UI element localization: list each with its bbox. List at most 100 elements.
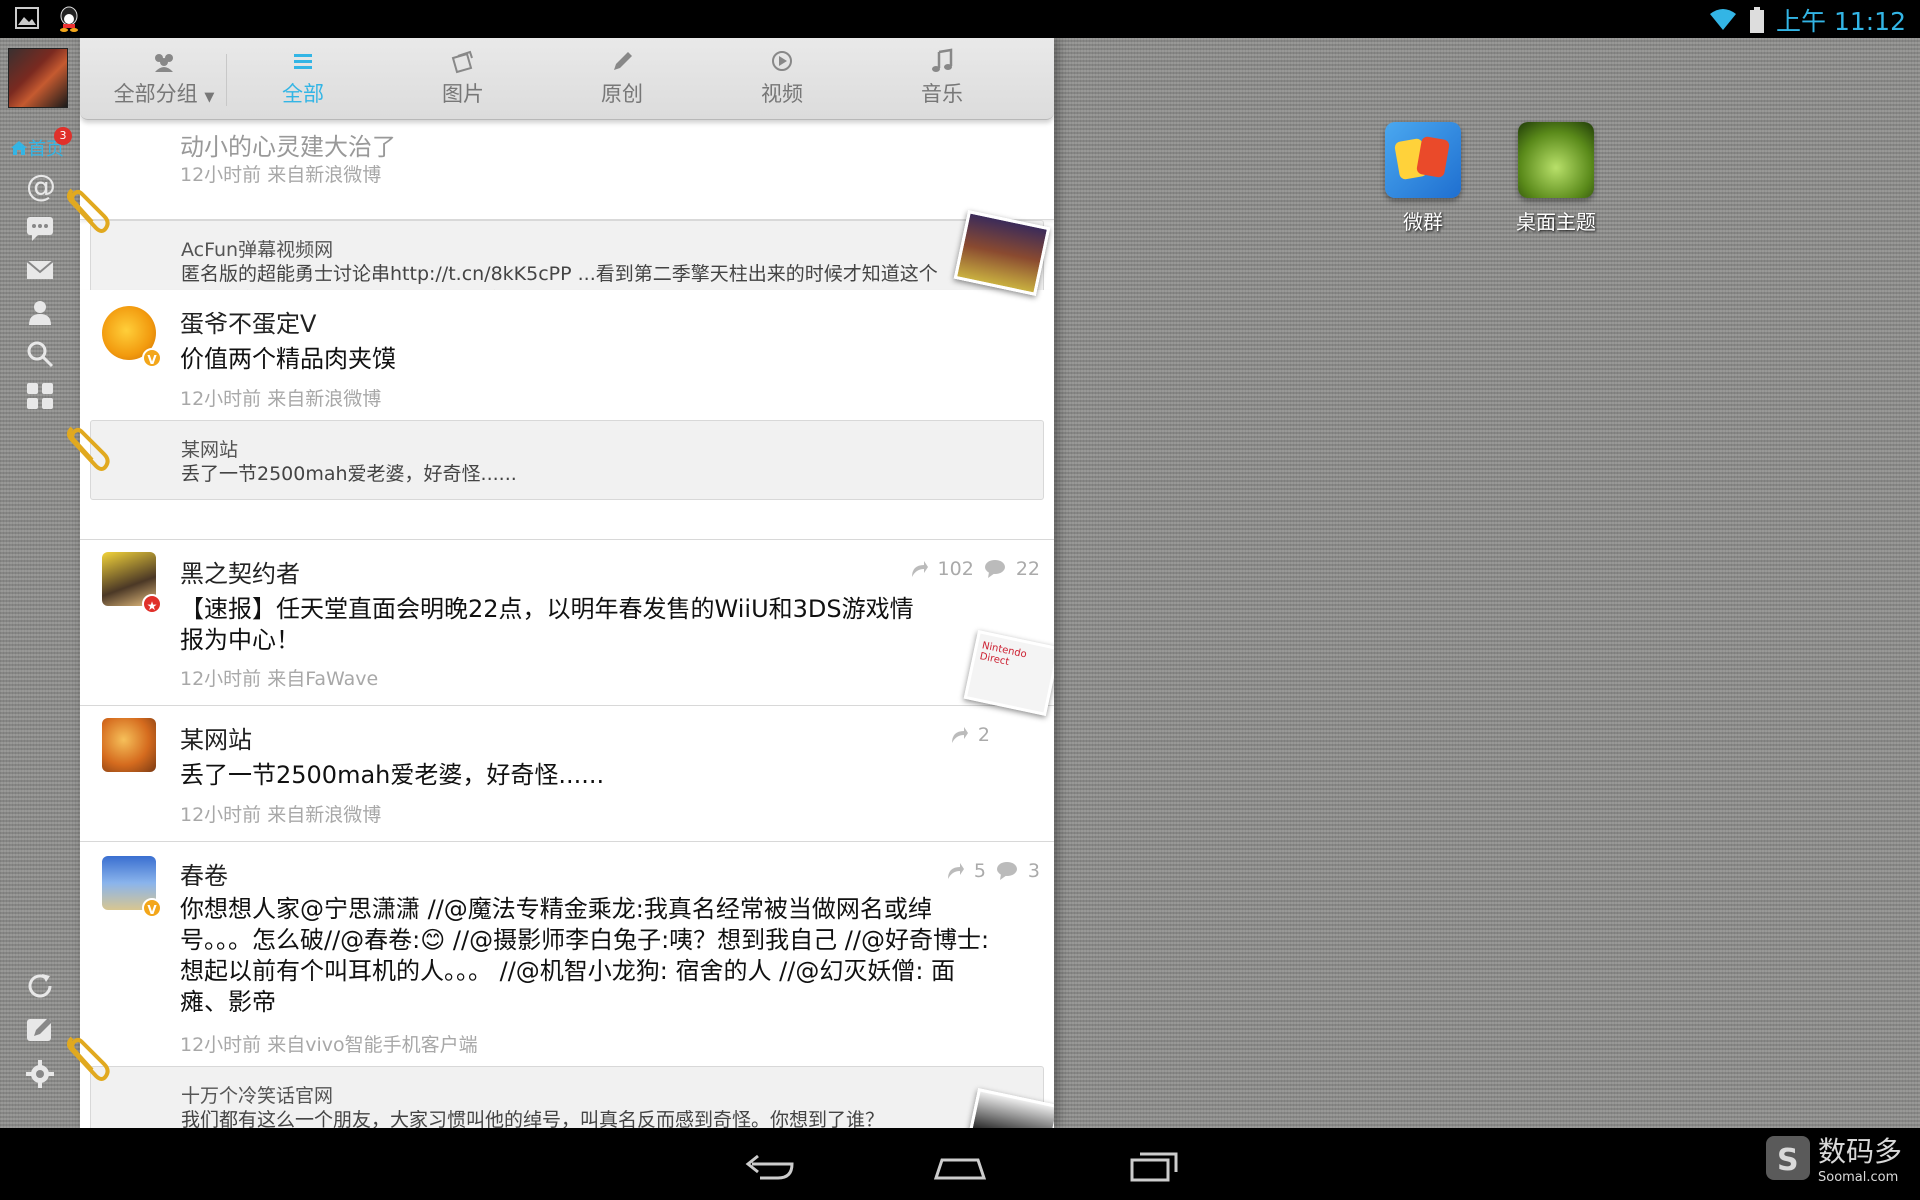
verified-badge: ★ xyxy=(142,594,162,614)
tab-video[interactable]: 视频 xyxy=(712,46,852,116)
retweet-icon[interactable] xyxy=(944,861,964,881)
timeline-post[interactable]: V 春卷 5 3 你想想人家@宁思潇潇 //@魔法专精金乘龙:我真名经常被当做网… xyxy=(80,842,1054,1128)
battery-icon xyxy=(1750,7,1764,33)
post-text: 丢了一节2500mah爱老婆，好奇怪...... xyxy=(180,761,605,789)
theme-icon xyxy=(1518,122,1594,198)
tab-divider xyxy=(226,54,227,106)
tab-label: 全部分组 xyxy=(113,82,198,106)
image-icon xyxy=(15,7,39,29)
tab-label: 视频 xyxy=(761,82,803,106)
tab-label: 图片 xyxy=(442,82,484,106)
retweet-icon[interactable] xyxy=(908,559,928,579)
post-stats: 102 22 xyxy=(908,558,1040,580)
tab-label: 原创 xyxy=(601,82,643,106)
mail-icon[interactable] xyxy=(24,254,56,286)
tab-label: 音乐 xyxy=(921,82,963,106)
repost-author: 十万个冷笑话官网 xyxy=(181,1085,334,1107)
tab-all[interactable]: 全部 xyxy=(233,46,373,116)
desktop-icon-label: 桌面主题 xyxy=(1516,210,1596,234)
chevron-down-icon: ▼ xyxy=(204,90,215,105)
post-author[interactable]: 春卷 xyxy=(180,856,228,891)
at-icon[interactable]: @ xyxy=(24,170,56,202)
repost-text: 我们都有这么一个朋友，大家习惯叫他的绰号，叫真名反而感到奇怪。你想到了谁？ xyxy=(181,1109,885,1128)
post-text: 【速报】任天堂直面会明晚22点，以明年春发售的WiiU和3DS游戏情报为中心！ xyxy=(180,595,914,654)
post-author[interactable]: 某网站 xyxy=(180,720,252,755)
retweet-count: 5 xyxy=(973,860,986,882)
soomal-logo-icon: S xyxy=(1765,1135,1810,1180)
home-icon xyxy=(11,141,27,155)
desktop-icon-label: 微群 xyxy=(1403,210,1443,234)
verified-badge: V xyxy=(142,898,162,918)
compose-icon[interactable] xyxy=(24,1014,56,1046)
watermark: S 数码多 Soomal.com xyxy=(1764,1130,1902,1185)
back-icon[interactable] xyxy=(738,1142,798,1186)
play-icon xyxy=(772,51,792,71)
wifi-icon xyxy=(1710,9,1736,30)
repost-author: AcFun弹幕视频网 xyxy=(181,239,334,261)
post-meta: 12小时前 来自新浪微博 xyxy=(180,164,382,186)
search-icon[interactable] xyxy=(24,338,56,370)
post-meta: 12小时前 来自新浪微博 xyxy=(180,804,382,826)
desktop-icon-theme[interactable]: 桌面主题 xyxy=(1496,122,1616,235)
list-icon xyxy=(294,54,312,69)
filter-tabs: 全部分组 ▼ 全部 图片 原创 视频 音乐 xyxy=(80,38,1054,120)
paperclip-icon xyxy=(67,188,110,233)
profile-icon[interactable] xyxy=(24,296,56,328)
repost-box[interactable]: 某网站 丢了一节2500mah爱老婆，好奇怪...... xyxy=(90,420,1044,500)
timeline-post[interactable]: 某网站 2 丢了一节2500mah爱老婆，好奇怪...... 12小时前 来自新… xyxy=(80,706,1054,842)
post-stats: 2 xyxy=(948,724,1040,746)
post-meta: 12小时前 来自vivo智能手机客户端 xyxy=(180,1034,478,1056)
settings-icon[interactable] xyxy=(24,1058,56,1090)
post-thumbnail[interactable]: Nintendo Direct xyxy=(963,630,1054,716)
post-text: 你想想人家@宁思潇潇 //@魔法专精金乘龙:我真名经常被当做网名或绰号。。。怎么… xyxy=(180,895,990,1016)
apps-icon[interactable] xyxy=(24,380,56,412)
user-avatar[interactable] xyxy=(8,48,68,108)
post-text: 动小的心灵建大治了 xyxy=(180,133,396,161)
repost-author: 某网站 xyxy=(181,439,239,461)
tab-all-groups[interactable]: 全部分组 ▼ xyxy=(94,46,234,116)
retweet-icon[interactable] xyxy=(948,725,968,745)
svg-text:@: @ xyxy=(26,170,56,202)
post-stats: 5 3 xyxy=(944,860,1040,882)
status-bar: 上午 11:12 xyxy=(0,0,1920,38)
home-nav-icon[interactable] xyxy=(930,1142,990,1186)
timeline-panel: 动小的心灵建大治了 12小时前 来自新浪微博 AcFun弹幕视频网 匿名版的超能… xyxy=(80,38,1054,1128)
retweet-count: 102 xyxy=(937,558,974,580)
music-icon xyxy=(932,48,953,72)
post-meta: 12小时前 来自新浪微博 xyxy=(180,388,382,410)
desktop-icon-weiqun[interactable]: 微群 xyxy=(1363,122,1483,235)
post-meta: 12小时前 来自FaWave xyxy=(180,668,379,690)
tab-label: 全部 xyxy=(282,82,324,106)
timeline-post[interactable]: 动小的心灵建大治了 12小时前 来自新浪微博 AcFun弹幕视频网 匿名版的超能… xyxy=(80,120,1054,330)
clock: 上午 11:12 xyxy=(1776,7,1906,36)
repost-box[interactable]: 十万个冷笑话官网 我们都有这么一个朋友，大家习惯叫他的绰号，叫真名反而感到奇怪。… xyxy=(90,1066,1044,1128)
weiqun-icon xyxy=(1385,122,1461,198)
comment-icon[interactable] xyxy=(24,212,56,244)
post-author[interactable]: 蛋爷不蛋定V xyxy=(180,304,316,339)
image-icon xyxy=(451,50,473,74)
post-author[interactable]: 黑之契约者 xyxy=(180,554,300,589)
comment-count: 22 xyxy=(1015,558,1040,580)
recents-icon[interactable] xyxy=(1124,1142,1184,1186)
tab-music[interactable]: 音乐 xyxy=(872,46,1012,116)
svg-text:S: S xyxy=(1777,1143,1799,1178)
timeline-post[interactable]: V 蛋爷不蛋定V 价值两个精品肉夹馍 12小时前 来自新浪微博 某网站 丢了一节… xyxy=(80,290,1054,540)
tab-original[interactable]: 原创 xyxy=(552,46,692,116)
comment-count: 3 xyxy=(1027,860,1040,882)
tab-images[interactable]: 图片 xyxy=(393,46,533,116)
watermark-sub: Soomal.com xyxy=(1817,1170,1899,1185)
group-icon xyxy=(155,54,173,72)
qq-icon xyxy=(60,6,78,32)
timeline-post[interactable]: ★ 黑之契约者 102 22 【速报】任天堂直面会明晚22点，以明年春发售的Wi… xyxy=(80,540,1054,716)
comment-count-icon[interactable] xyxy=(996,861,1018,881)
comment-count-icon[interactable] xyxy=(984,559,1006,579)
navigation-bar xyxy=(0,1128,1920,1200)
paperclip-icon xyxy=(67,426,110,471)
post-text: 价值两个精品肉夹馍 xyxy=(180,345,396,373)
home-button[interactable]: 首页 3 xyxy=(10,127,72,161)
refresh-icon[interactable] xyxy=(24,970,56,1002)
post-avatar[interactable] xyxy=(102,718,156,772)
paperclip-icon xyxy=(67,1036,110,1081)
pencil-icon xyxy=(614,52,632,70)
repost-text: 丢了一节2500mah爱老婆，好奇怪...... xyxy=(181,463,517,485)
